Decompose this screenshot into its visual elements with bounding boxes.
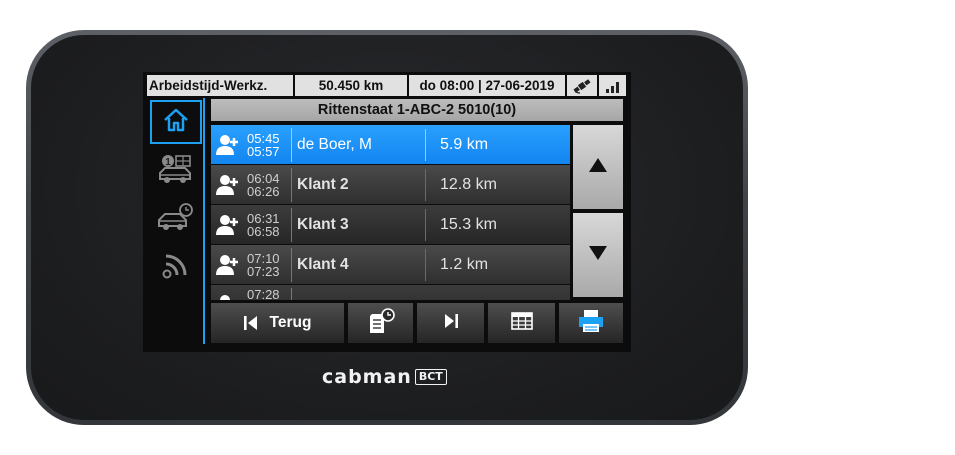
trip-row[interactable]: 07:10 07:23 Klant 4 1.2 km xyxy=(211,245,570,284)
brand-badge: BCT xyxy=(414,369,447,385)
trip-row[interactable]: 07:28 xyxy=(211,285,570,300)
table-icon xyxy=(510,311,533,335)
trip-customer-name: Klant 3 xyxy=(297,215,349,233)
divider xyxy=(291,287,292,300)
odometer-readout: 50.450 km xyxy=(295,75,407,96)
add-user-icon xyxy=(211,125,247,164)
trip-customer-name: Klant 2 xyxy=(297,175,349,193)
back-button[interactable]: Terug xyxy=(211,303,344,343)
sidebar-item-wireless[interactable] xyxy=(150,245,202,289)
add-user-icon xyxy=(211,245,247,284)
document-clock-icon xyxy=(366,307,396,340)
add-user-icon xyxy=(211,285,247,300)
trip-end-time: 06:26 xyxy=(247,183,280,199)
page-title: Rittenstaat 1-ABC-2 5010(10) xyxy=(211,99,623,121)
home-icon xyxy=(161,105,191,140)
trip-end-time: 05:57 xyxy=(247,143,280,159)
divider xyxy=(291,167,292,202)
trip-distance: 5.9 km xyxy=(440,135,489,153)
sidebar: 1 xyxy=(147,98,204,347)
trip-customer-name: Klant 4 xyxy=(297,255,349,273)
trip-start-time: 06:31 xyxy=(247,210,280,226)
divider xyxy=(425,208,426,241)
trip-history-button[interactable] xyxy=(348,303,413,343)
trip-distance: 1.2 km xyxy=(440,255,489,273)
signal-strength-icon xyxy=(599,75,626,96)
svg-text:1: 1 xyxy=(165,157,171,168)
trip-times: 05:45 05:57 xyxy=(247,132,291,158)
date-time-readout: do 08:00 | 27-06-2019 xyxy=(409,75,565,96)
divider xyxy=(291,127,292,162)
divider xyxy=(291,247,292,282)
gps-icon xyxy=(567,75,597,96)
trip-end-time: 06:58 xyxy=(247,223,280,239)
trip-row[interactable]: 05:45 05:57 de Boer, M 5.9 km xyxy=(211,125,570,164)
divider xyxy=(425,248,426,281)
trip-distance: 15.3 km xyxy=(440,215,497,233)
sidebar-item-car-clock[interactable] xyxy=(150,197,202,241)
printer-icon xyxy=(577,309,605,338)
back-button-label: Terug xyxy=(269,314,312,331)
add-user-icon xyxy=(211,165,247,204)
screen: Arbeidstijd-Werkz. 50.450 km do 08:00 | … xyxy=(143,72,631,352)
divider xyxy=(425,168,426,201)
divider xyxy=(291,207,292,242)
taxi-meter-icon: 1 xyxy=(156,153,196,190)
trip-start-time: 07:28 xyxy=(247,287,280,300)
car-clock-icon xyxy=(156,202,196,237)
brand-logo: cabman BCT xyxy=(322,366,447,388)
trip-customer-name: de Boer, M xyxy=(297,135,372,153)
arrow-up-icon xyxy=(588,157,608,178)
scroll-up-button[interactable] xyxy=(573,125,623,209)
add-user-icon xyxy=(211,205,247,244)
bottom-toolbar: Terug xyxy=(211,303,623,343)
table-view-button[interactable] xyxy=(488,303,555,343)
scroll-down-button[interactable] xyxy=(573,213,623,297)
work-mode-status[interactable]: Arbeidstijd-Werkz. xyxy=(147,75,293,96)
trip-start-time: 06:04 xyxy=(247,170,280,186)
skip-forward-button[interactable] xyxy=(417,303,484,343)
sidebar-item-taximeter[interactable]: 1 xyxy=(150,149,202,193)
skip-back-icon xyxy=(243,315,258,331)
trip-start-time: 05:45 xyxy=(247,130,280,146)
trip-start-time: 07:10 xyxy=(247,250,280,266)
status-bar: Arbeidstijd-Werkz. 50.450 km do 08:00 | … xyxy=(147,75,626,96)
arrow-down-icon xyxy=(588,245,608,266)
sidebar-accent-line xyxy=(203,98,205,344)
trip-distance: 12.8 km xyxy=(440,175,497,193)
trip-list: 05:45 05:57 de Boer, M 5.9 km 06:04 06:26 … xyxy=(211,125,570,300)
trip-times: 07:10 07:23 xyxy=(247,252,291,278)
print-button[interactable] xyxy=(559,303,623,343)
trip-end-time: 07:23 xyxy=(247,263,280,279)
trip-times: 06:31 06:58 xyxy=(247,212,291,238)
trip-row[interactable]: 06:31 06:58 Klant 3 15.3 km xyxy=(211,205,570,244)
skip-forward-icon xyxy=(444,313,458,334)
trip-times: 06:04 06:26 xyxy=(247,172,291,198)
sidebar-item-home[interactable] xyxy=(150,100,202,144)
wireless-icon xyxy=(160,249,192,286)
trip-row[interactable]: 06:04 06:26 Klant 2 12.8 km xyxy=(211,165,570,204)
trip-times: 07:28 xyxy=(247,288,291,300)
divider xyxy=(425,128,426,161)
brand-name: cabman xyxy=(322,366,412,388)
